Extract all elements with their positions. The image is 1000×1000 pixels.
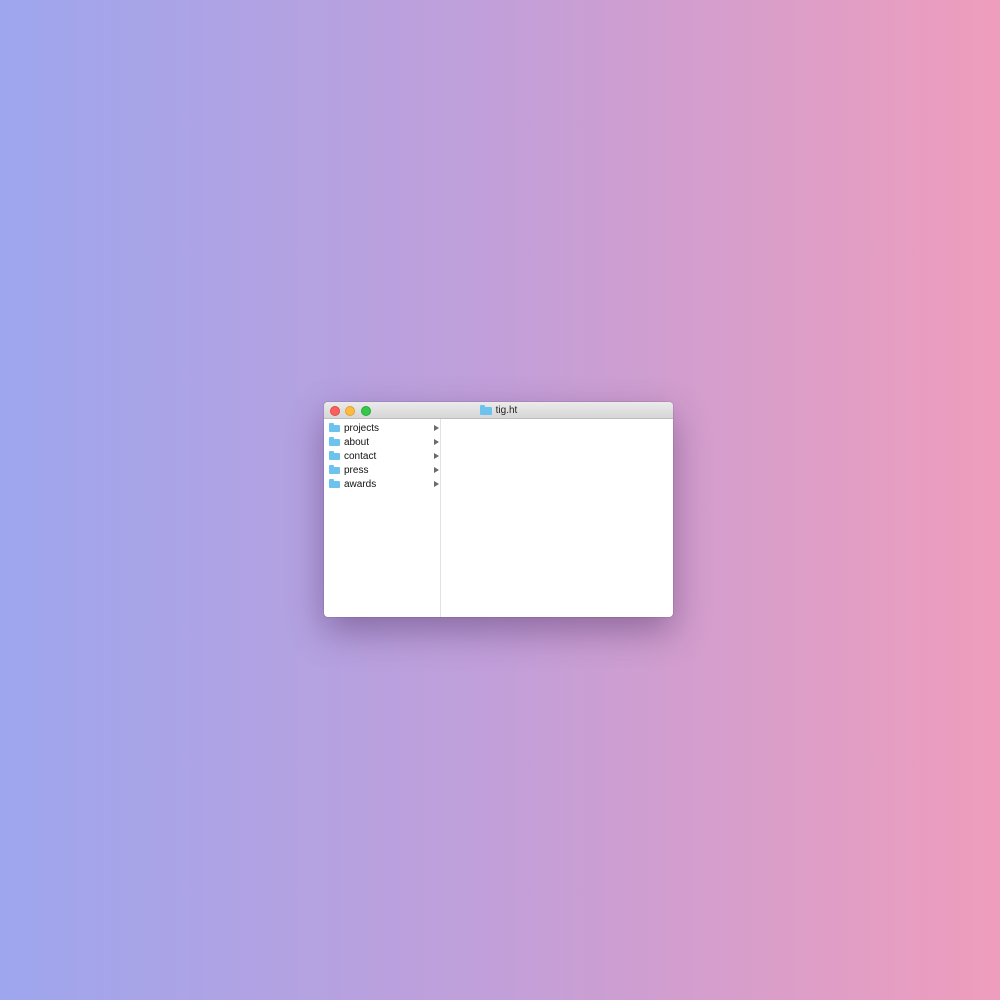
folder-column: projects about contact press awards: [324, 419, 441, 617]
list-item-awards[interactable]: awards: [324, 477, 440, 491]
finder-window: tig.ht projects about contact press awar…: [324, 402, 673, 617]
chevron-right-icon: [434, 467, 439, 473]
window-title: tig.ht: [324, 402, 673, 419]
window-title-text: tig.ht: [495, 405, 518, 416]
chevron-right-icon: [434, 453, 439, 459]
list-item-contact[interactable]: contact: [324, 449, 440, 463]
folder-icon: [329, 436, 340, 446]
list-item-about[interactable]: about: [324, 435, 440, 449]
chevron-right-icon: [434, 425, 439, 431]
folder-icon: [479, 404, 492, 415]
chevron-right-icon: [434, 481, 439, 487]
column-browser: projects about contact press awards: [324, 419, 673, 617]
folder-icon: [329, 464, 340, 474]
list-item-projects[interactable]: projects: [324, 421, 440, 435]
list-item-label: contact: [344, 450, 377, 462]
content-column: [441, 419, 673, 617]
list-item-press[interactable]: press: [324, 463, 440, 477]
list-item-label: projects: [344, 422, 380, 434]
list-item-label: about: [344, 436, 370, 448]
folder-icon: [329, 478, 340, 488]
list-item-label: press: [344, 464, 369, 476]
folder-icon: [329, 450, 340, 460]
folder-icon: [329, 422, 340, 432]
list-item-label: awards: [344, 478, 377, 490]
chevron-right-icon: [434, 439, 439, 445]
title-bar[interactable]: tig.ht: [324, 402, 673, 419]
